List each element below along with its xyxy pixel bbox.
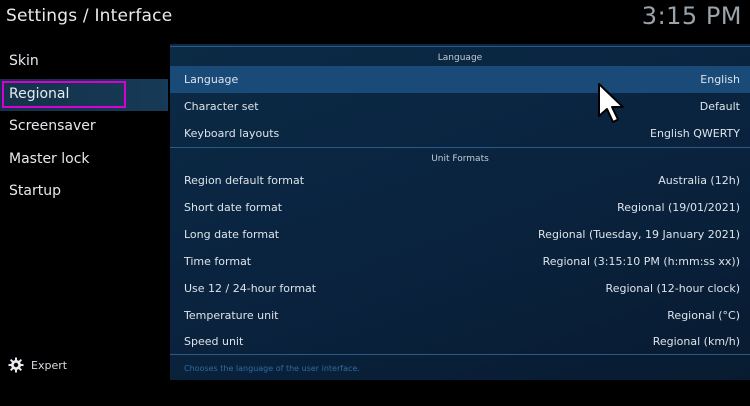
setting-value: Regional (19/01/2021) bbox=[617, 201, 740, 214]
sidebar: Skin Regional Screensaver Master lock St… bbox=[0, 46, 168, 380]
setting-long-date-format[interactable]: Long date format Regional (Tuesday, 19 J… bbox=[170, 221, 750, 248]
setting-value: Australia (12h) bbox=[658, 174, 740, 187]
setting-label: Region default format bbox=[184, 174, 305, 187]
setting-label: Use 12 / 24-hour format bbox=[184, 282, 317, 295]
setting-value: Regional (°C) bbox=[667, 309, 740, 322]
sidebar-item-master-lock[interactable]: Master lock bbox=[0, 144, 168, 176]
setting-value: Default bbox=[699, 100, 740, 113]
setting-label: Temperature unit bbox=[184, 309, 279, 322]
setting-time-format[interactable]: Time format Regional (3:15:10 PM (h:mm:s… bbox=[170, 248, 750, 275]
setting-character-set[interactable]: Character set Default bbox=[170, 93, 750, 120]
setting-value: English bbox=[700, 73, 740, 86]
page-title: Settings / Interface bbox=[6, 6, 173, 26]
setting-value: Regional (12-hour clock) bbox=[605, 282, 740, 295]
setting-language[interactable]: Language English bbox=[170, 66, 750, 93]
panel-divider bbox=[170, 354, 750, 355]
setting-temperature-unit[interactable]: Temperature unit Regional (°C) bbox=[170, 302, 750, 329]
expert-label: Expert bbox=[31, 359, 68, 372]
setting-label: Speed unit bbox=[184, 335, 244, 348]
setting-value: English QWERTY bbox=[650, 127, 740, 140]
sidebar-item-label: Regional bbox=[9, 86, 70, 102]
sidebar-item-screensaver[interactable]: Screensaver bbox=[0, 111, 168, 143]
sidebar-item-label: Startup bbox=[9, 183, 61, 199]
setting-label: Time format bbox=[184, 255, 252, 268]
settings-panel: Language Language English Character set … bbox=[170, 44, 750, 380]
sidebar-item-skin[interactable]: Skin bbox=[0, 46, 168, 78]
setting-label: Long date format bbox=[184, 228, 280, 241]
sidebar-item-label: Screensaver bbox=[9, 118, 96, 134]
setting-description: Chooses the language of the user interfa… bbox=[184, 364, 360, 373]
setting-region-default-format[interactable]: Region default format Australia (12h) bbox=[170, 167, 750, 194]
setting-value: Regional (km/h) bbox=[652, 335, 740, 348]
mouse-pointer-icon bbox=[598, 83, 624, 123]
setting-speed-unit[interactable]: Speed unit Regional (km/h) bbox=[170, 328, 750, 355]
setting-label: Language bbox=[184, 73, 239, 86]
sidebar-item-label: Skin bbox=[9, 53, 39, 69]
gear-icon bbox=[8, 357, 24, 373]
setting-keyboard-layouts[interactable]: Keyboard layouts English QWERTY bbox=[170, 120, 750, 147]
setting-label: Short date format bbox=[184, 201, 283, 214]
setting-value: Regional (3:15:10 PM (h:mm:ss xx)) bbox=[542, 255, 740, 268]
clock: 3:15 PM bbox=[641, 2, 742, 30]
sidebar-item-label: Master lock bbox=[9, 151, 90, 167]
setting-value: Regional (Tuesday, 19 January 2021) bbox=[538, 228, 740, 241]
sidebar-item-startup[interactable]: Startup bbox=[0, 176, 168, 208]
setting-label: Keyboard layouts bbox=[184, 127, 280, 140]
sidebar-item-regional[interactable]: Regional bbox=[0, 79, 168, 111]
setting-hour-format[interactable]: Use 12 / 24-hour format Regional (12-hou… bbox=[170, 275, 750, 302]
header: Settings / Interface 3:15 PM bbox=[0, 0, 750, 40]
setting-short-date-format[interactable]: Short date format Regional (19/01/2021) bbox=[170, 194, 750, 221]
setting-label: Character set bbox=[184, 100, 259, 113]
